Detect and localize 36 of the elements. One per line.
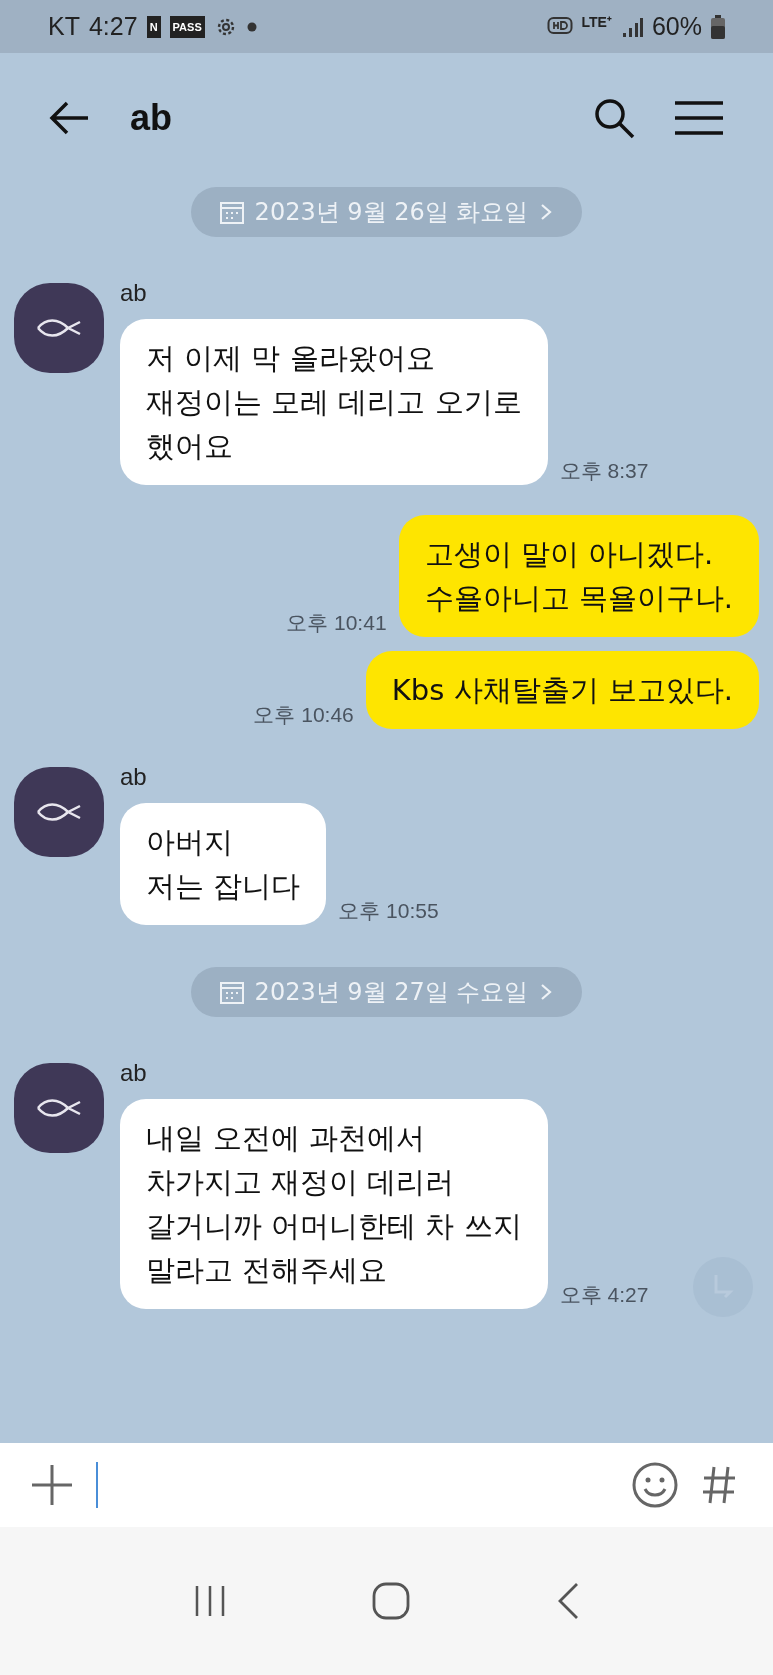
app-badge: PASS: [169, 15, 205, 38]
message-bubble: Kbs 사채탈출기 보고있다.: [365, 651, 759, 729]
date-divider[interactable]: 2023년 9월 27일 수요일: [190, 967, 583, 1017]
clock-text: 4:27: [88, 12, 138, 41]
avatar-icon[interactable]: [14, 283, 104, 373]
message-time: 오후 10:41: [286, 610, 387, 636]
message-time: 오후 4:27: [559, 1282, 649, 1308]
date-divider[interactable]: 2023년 9월 26일 화요일: [190, 187, 583, 237]
signal-icon: [620, 15, 643, 38]
search-icon[interactable]: [593, 97, 635, 139]
sender-name: ab: [120, 1059, 148, 1087]
home-icon[interactable]: [372, 1582, 411, 1620]
message-bubble: 아버지 저는 잡니다: [120, 803, 327, 925]
back-icon[interactable]: [48, 100, 90, 136]
message-bubble: 고생이 말이 아니겠다. 수욜아니고 목욜이구나.: [398, 515, 759, 637]
sender-name: ab: [120, 763, 148, 791]
battery-text: 60%: [651, 12, 702, 41]
app-badge: N: [146, 15, 161, 38]
sender-name: ab: [120, 279, 148, 307]
network-text: LTE⁺: [581, 13, 612, 31]
back-nav-icon[interactable]: [556, 1582, 581, 1620]
message-time: 오후 8:37: [559, 458, 649, 484]
menu-icon[interactable]: [675, 100, 723, 136]
hashtag-icon[interactable]: [701, 1465, 737, 1505]
dot-icon: [246, 21, 257, 32]
chat-title: ab: [130, 97, 172, 139]
plus-icon[interactable]: [30, 1463, 74, 1507]
message-time: 오후 10:46: [253, 702, 354, 728]
message-time: 오후 10:55: [338, 898, 439, 924]
message-bubble: 내일 오전에 과천에서 차가지고 재정이 데리러 갈거니까 어머니한테 차 쓰지 말라고 전해주세요: [120, 1099, 548, 1309]
message-bubble: 저 이제 막 올라왔어요 재정이는 모레 데리고 오기로 했어요: [120, 319, 548, 485]
battery-icon: [711, 14, 725, 39]
carrier-text: KT: [48, 12, 80, 41]
avatar-icon[interactable]: [14, 1063, 104, 1153]
avatar-icon[interactable]: [14, 767, 104, 857]
emoji-icon[interactable]: [631, 1461, 679, 1509]
